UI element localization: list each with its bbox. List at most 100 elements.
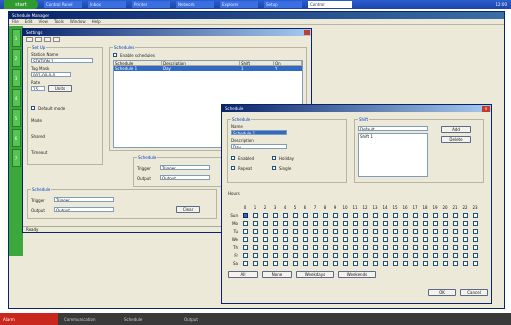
menu-edit[interactable]: Edit [25, 19, 33, 24]
hour-checkbox[interactable] [240, 260, 250, 267]
hour-checkbox[interactable] [410, 212, 420, 219]
taskbar-task-6[interactable]: Setup [264, 1, 302, 8]
hour-checkbox[interactable] [400, 228, 410, 235]
hour-checkbox[interactable] [320, 236, 330, 243]
hour-checkbox[interactable] [390, 252, 400, 259]
hour-checkbox[interactable] [270, 212, 280, 219]
hour-checkbox[interactable] [450, 252, 460, 259]
hour-checkbox[interactable] [300, 252, 310, 259]
hour-checkbox[interactable] [390, 260, 400, 267]
hour-checkbox[interactable] [360, 220, 370, 227]
hour-checkbox[interactable] [450, 244, 460, 251]
hour-checkbox[interactable] [260, 260, 270, 267]
hour-checkbox[interactable] [470, 220, 480, 227]
list-item[interactable]: Shift 1 [359, 134, 427, 139]
hour-checkbox[interactable] [470, 260, 480, 267]
hour-checkbox[interactable] [450, 228, 460, 235]
hour-checkbox[interactable] [320, 244, 330, 251]
single-checkbox[interactable] [272, 166, 276, 170]
hour-checkbox[interactable] [240, 252, 250, 259]
hour-checkbox[interactable] [360, 260, 370, 267]
hour-checkbox[interactable] [470, 252, 480, 259]
hour-checkbox[interactable] [350, 236, 360, 243]
hour-checkbox[interactable] [330, 236, 340, 243]
hour-checkbox[interactable] [430, 212, 440, 219]
hour-checkbox[interactable] [280, 236, 290, 243]
hour-checkbox[interactable] [420, 260, 430, 267]
hour-checkbox[interactable] [330, 212, 340, 219]
hour-checkbox[interactable] [440, 212, 450, 219]
hour-checkbox[interactable] [300, 220, 310, 227]
hour-checkbox[interactable] [290, 228, 300, 235]
rail-button[interactable]: 1 [11, 29, 21, 47]
hour-checkbox[interactable] [260, 252, 270, 259]
hour-checkbox[interactable] [460, 236, 470, 243]
hour-checkbox[interactable] [440, 236, 450, 243]
hour-checkbox[interactable] [430, 228, 440, 235]
hour-checkbox[interactable] [300, 260, 310, 267]
hour-checkbox[interactable] [380, 260, 390, 267]
hour-checkbox[interactable] [470, 228, 480, 235]
hour-checkbox[interactable] [410, 252, 420, 259]
col-description[interactable]: Description [162, 61, 240, 65]
repeat-checkbox[interactable] [231, 166, 235, 170]
hour-checkbox[interactable] [400, 260, 410, 267]
output-field-2[interactable]: Output [54, 207, 114, 212]
hour-checkbox[interactable] [310, 260, 320, 267]
hour-checkbox[interactable] [300, 244, 310, 251]
rate-field[interactable]: 15 [31, 86, 45, 91]
hour-checkbox[interactable] [450, 212, 460, 219]
hour-checkbox[interactable] [250, 244, 260, 251]
taskbar-task-3[interactable]: Printer [132, 1, 170, 8]
hour-checkbox[interactable] [310, 212, 320, 219]
hour-checkbox[interactable] [310, 236, 320, 243]
rail-button[interactable]: 2 [11, 49, 21, 67]
enable-schedules-checkbox[interactable] [113, 53, 117, 57]
hour-checkbox[interactable] [440, 252, 450, 259]
hour-checkbox[interactable] [450, 220, 460, 227]
hour-checkbox[interactable] [400, 220, 410, 227]
hour-checkbox[interactable] [450, 236, 460, 243]
hour-checkbox[interactable] [410, 220, 420, 227]
hour-checkbox[interactable] [260, 236, 270, 243]
clear-button[interactable]: Clear [176, 206, 200, 213]
hour-checkbox[interactable] [440, 260, 450, 267]
hour-checkbox[interactable] [470, 244, 480, 251]
hour-checkbox[interactable] [280, 252, 290, 259]
delete-icon[interactable] [53, 37, 60, 42]
hour-checkbox[interactable] [360, 228, 370, 235]
taskbar-task-1[interactable]: Control Panel [44, 1, 82, 8]
hour-checkbox[interactable] [370, 252, 380, 259]
hour-checkbox[interactable] [350, 252, 360, 259]
close-icon[interactable]: × [482, 105, 490, 112]
shift-list[interactable]: Shift 1 [358, 133, 428, 177]
hour-checkbox[interactable] [390, 244, 400, 251]
hour-checkbox[interactable] [270, 220, 280, 227]
weekends-button[interactable]: Weekends [338, 271, 376, 278]
hour-checkbox[interactable] [240, 212, 250, 219]
hour-checkbox[interactable] [370, 228, 380, 235]
hour-checkbox[interactable] [340, 252, 350, 259]
menu-window[interactable]: Window [70, 19, 86, 24]
hour-checkbox[interactable] [250, 252, 260, 259]
hour-checkbox[interactable] [420, 228, 430, 235]
rail-button[interactable]: 5 [11, 109, 21, 127]
hour-checkbox[interactable] [380, 244, 390, 251]
hour-checkbox[interactable] [350, 260, 360, 267]
hour-checkbox[interactable] [350, 228, 360, 235]
hour-checkbox[interactable] [460, 212, 470, 219]
hour-checkbox[interactable] [430, 220, 440, 227]
taskbar-task-5[interactable]: Explorer [220, 1, 258, 8]
hour-checkbox[interactable] [320, 252, 330, 259]
hour-checkbox[interactable] [380, 252, 390, 259]
hour-checkbox[interactable] [330, 252, 340, 259]
hour-checkbox[interactable] [280, 220, 290, 227]
menu-view[interactable]: View [38, 19, 48, 24]
hour-checkbox[interactable] [460, 252, 470, 259]
cancel-button[interactable]: Cancel [460, 289, 488, 296]
hour-checkbox[interactable] [340, 228, 350, 235]
start-button[interactable]: start [4, 0, 38, 9]
select-all-button[interactable]: All [228, 271, 258, 278]
hour-checkbox[interactable] [400, 236, 410, 243]
hour-checkbox[interactable] [380, 228, 390, 235]
